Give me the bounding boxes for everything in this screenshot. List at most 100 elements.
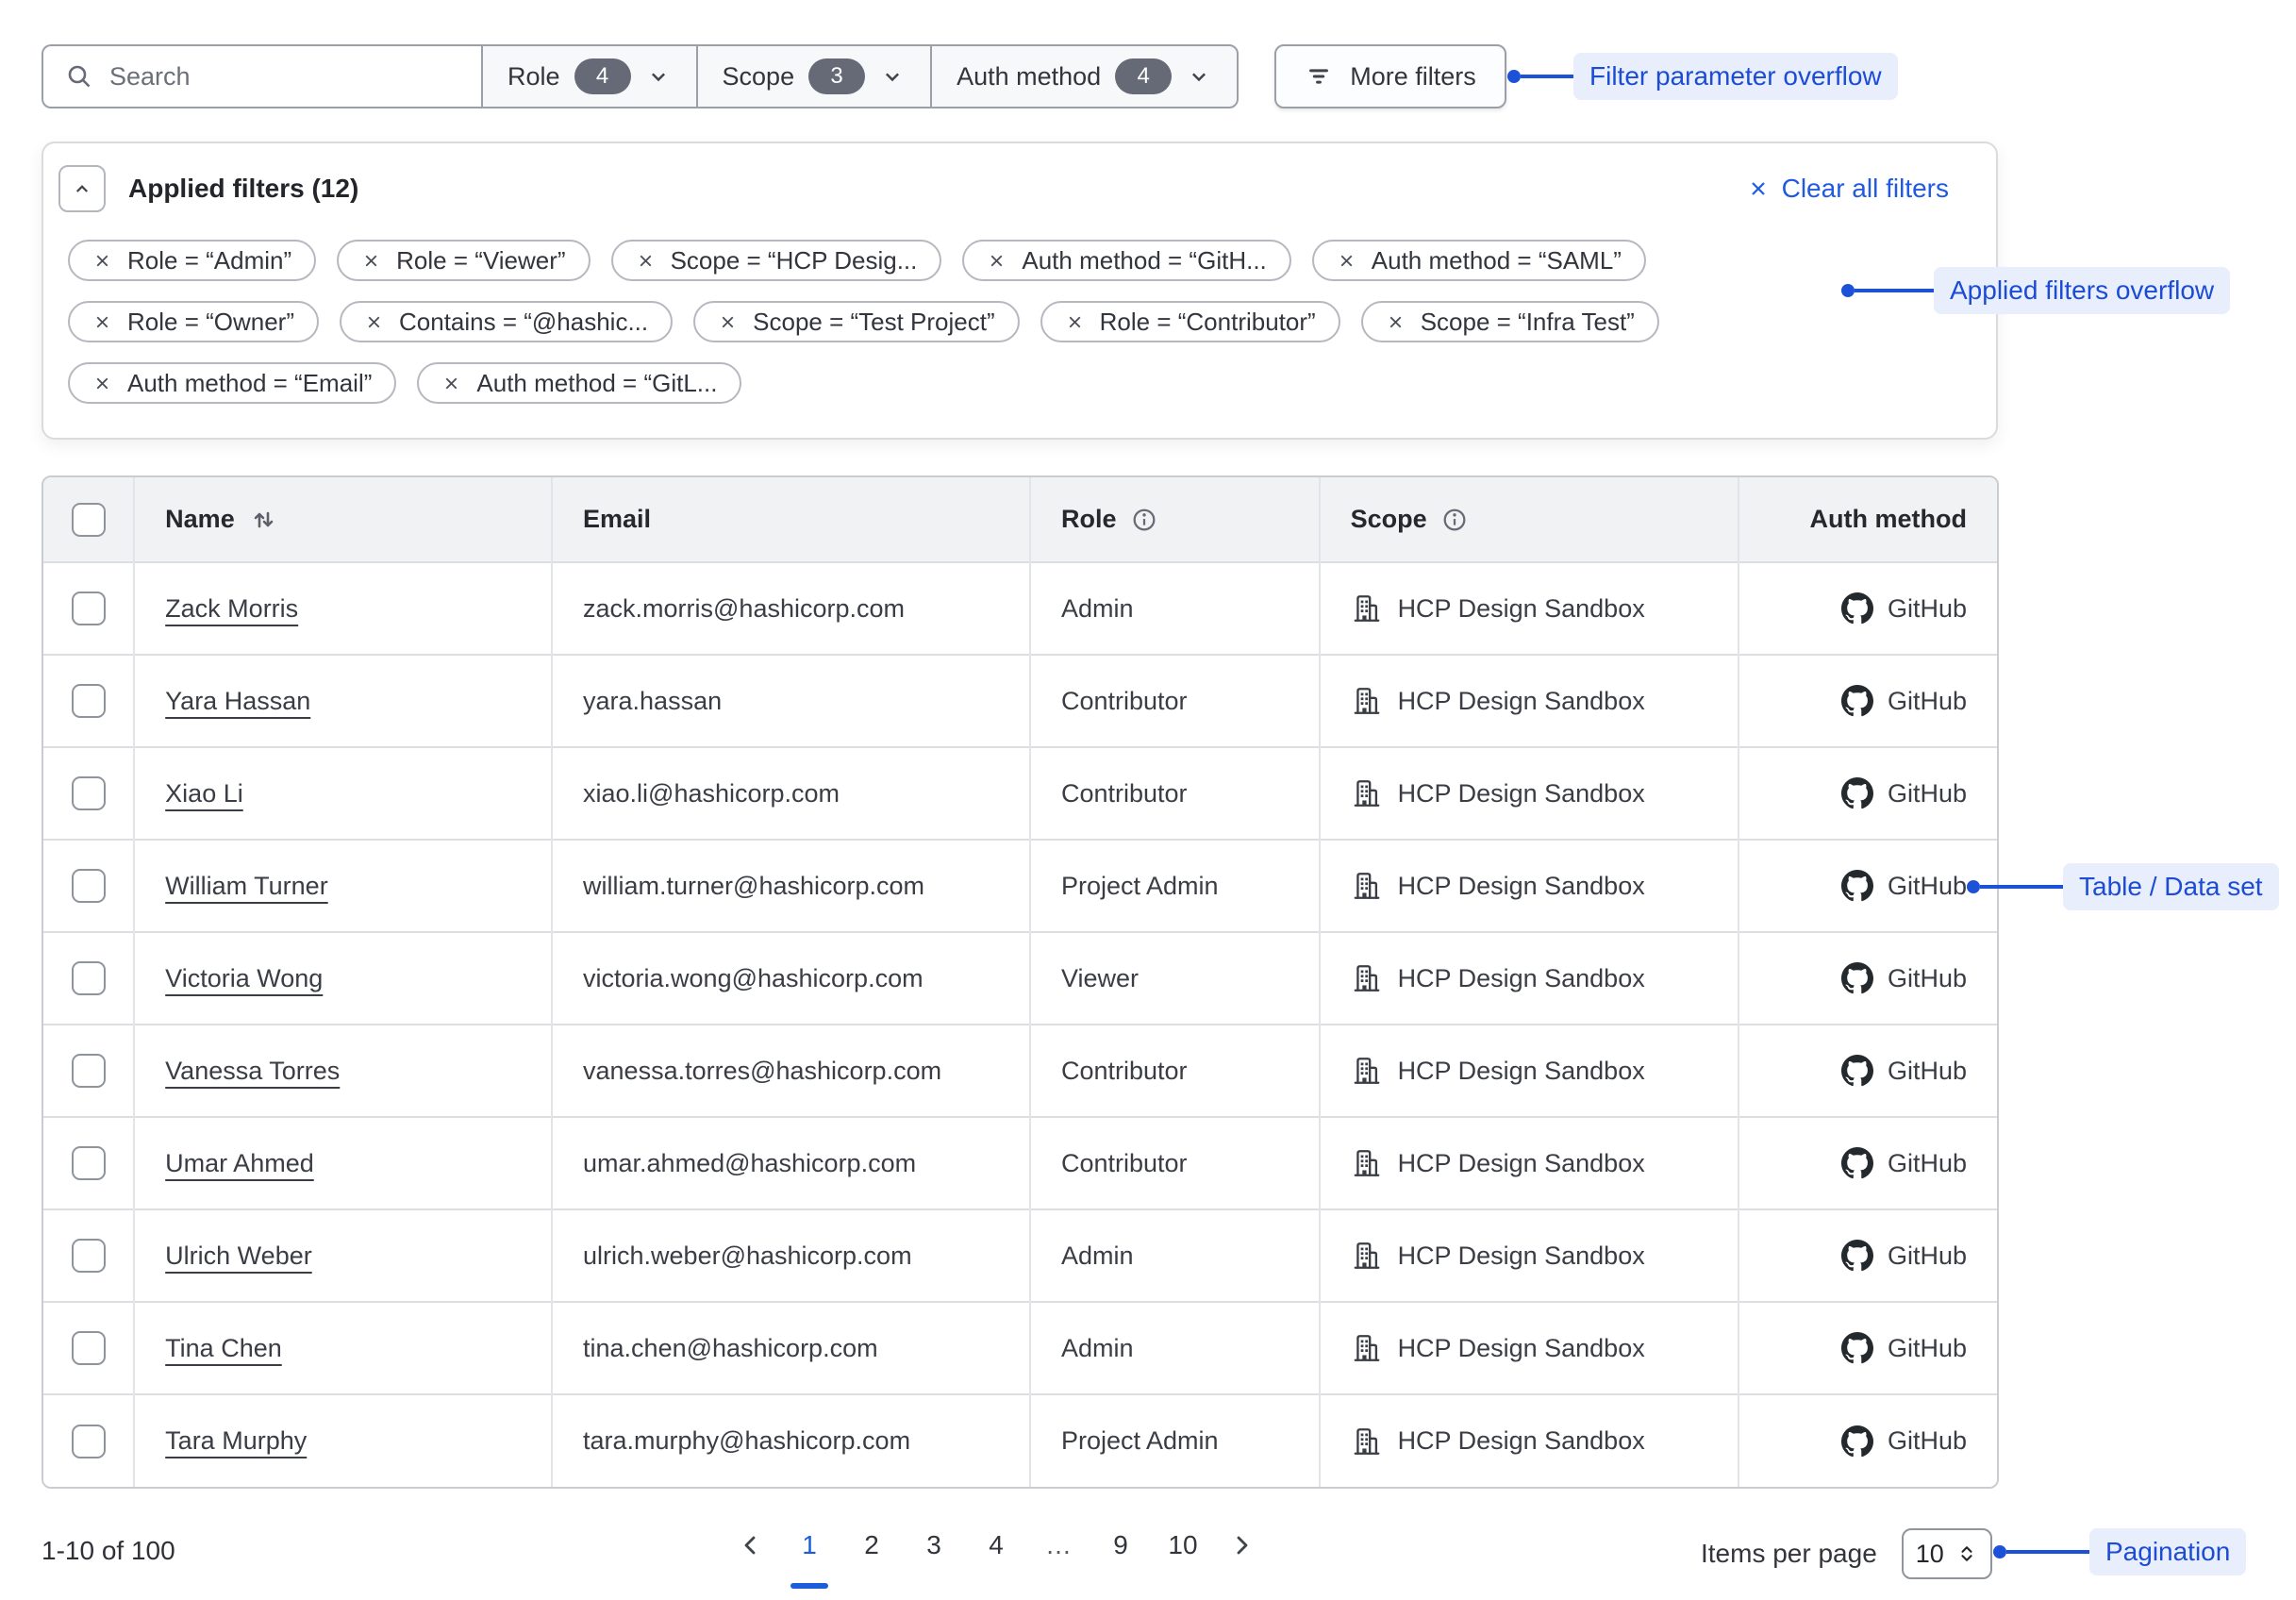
select-all-checkbox[interactable] bbox=[72, 503, 106, 537]
page-number-button[interactable]: 1 bbox=[790, 1526, 828, 1589]
github-icon bbox=[1841, 1147, 1873, 1179]
page-number-label: 9 bbox=[1113, 1526, 1128, 1564]
user-name-link[interactable]: Ulrich Weber bbox=[165, 1242, 312, 1270]
github-icon bbox=[1841, 870, 1873, 902]
page-number-button[interactable]: 4 bbox=[977, 1526, 1015, 1589]
info-icon[interactable] bbox=[1440, 506, 1469, 534]
user-name-link[interactable]: Vanessa Torres bbox=[165, 1057, 340, 1085]
github-icon bbox=[1841, 777, 1873, 809]
organization-icon bbox=[1351, 685, 1383, 717]
current-page-indicator bbox=[977, 1583, 1015, 1589]
column-header-role: Role bbox=[1061, 505, 1117, 534]
user-scope: HCP Design Sandbox bbox=[1398, 1334, 1645, 1363]
row-checkbox[interactable] bbox=[72, 592, 106, 625]
user-name-link[interactable]: Tara Murphy bbox=[165, 1426, 307, 1455]
row-checkbox[interactable] bbox=[72, 684, 106, 718]
table-row: Xiao Li xiao.li@hashicorp.com Contributo… bbox=[43, 747, 1997, 840]
column-header-scope: Scope bbox=[1351, 505, 1427, 534]
more-filters-button[interactable]: More filters bbox=[1274, 44, 1506, 108]
user-scope: HCP Design Sandbox bbox=[1398, 872, 1645, 901]
page-number-button[interactable]: 10 bbox=[1164, 1526, 1202, 1589]
github-icon bbox=[1841, 1332, 1873, 1364]
current-page-indicator bbox=[1040, 1583, 1077, 1589]
close-icon bbox=[718, 312, 738, 332]
user-role: Contributor bbox=[1061, 779, 1188, 808]
applied-filter-chip[interactable]: Role = “Owner” bbox=[68, 301, 319, 342]
clear-all-filters-link[interactable]: Clear all filters bbox=[1747, 174, 1949, 204]
applied-filter-chip[interactable]: Auth method = “SAML” bbox=[1312, 240, 1646, 281]
organization-icon bbox=[1351, 1240, 1383, 1272]
user-email: victoria.wong@hashicorp.com bbox=[583, 964, 923, 992]
page-number-button[interactable]: 2 bbox=[853, 1526, 890, 1589]
filter-bar: Search Role 4 Scope 3 Auth method 4 bbox=[42, 44, 1506, 108]
user-name-link[interactable]: Umar Ahmed bbox=[165, 1149, 314, 1177]
user-name-link[interactable]: Zack Morris bbox=[165, 594, 298, 623]
row-checkbox[interactable] bbox=[72, 1054, 106, 1088]
organization-icon bbox=[1351, 962, 1383, 994]
page-number-button[interactable]: 9 bbox=[1102, 1526, 1140, 1589]
current-page-indicator bbox=[790, 1583, 828, 1589]
user-name-link[interactable]: Yara Hassan bbox=[165, 687, 310, 715]
user-email: zack.morris@hashicorp.com bbox=[583, 594, 905, 623]
filter-dropdown-group: Role 4 Scope 3 Auth method 4 bbox=[481, 44, 1239, 108]
search-icon bbox=[64, 61, 94, 92]
row-checkbox[interactable] bbox=[72, 1146, 106, 1180]
applied-filter-chip[interactable]: Scope = “Test Project” bbox=[693, 301, 1020, 342]
annotation-label: Pagination bbox=[2089, 1528, 2246, 1575]
applied-filter-chip[interactable]: Scope = “Infra Test” bbox=[1361, 301, 1659, 342]
applied-filter-chip[interactable]: Role = “Admin” bbox=[68, 240, 316, 281]
annotation-label: Applied filters overflow bbox=[1934, 267, 2230, 314]
table-row: Vanessa Torres vanessa.torres@hashicorp.… bbox=[43, 1025, 1997, 1117]
previous-page-button[interactable] bbox=[736, 1530, 766, 1560]
applied-filter-chip[interactable]: Role = “Viewer” bbox=[337, 240, 590, 281]
collapse-button[interactable] bbox=[58, 165, 106, 212]
github-icon bbox=[1841, 1425, 1873, 1458]
filter-dropdown-auth-method[interactable]: Auth method 4 bbox=[930, 46, 1237, 107]
applied-filter-chip[interactable]: Role = “Contributor” bbox=[1040, 301, 1340, 342]
info-icon[interactable] bbox=[1130, 506, 1158, 534]
user-email: tina.chen@hashicorp.com bbox=[583, 1334, 878, 1362]
applied-filter-chip[interactable]: Auth method = “GitH... bbox=[962, 240, 1290, 281]
page-number-button[interactable]: 3 bbox=[915, 1526, 953, 1589]
user-scope: HCP Design Sandbox bbox=[1398, 594, 1645, 624]
page-number-label: 4 bbox=[989, 1526, 1004, 1564]
user-email: umar.ahmed@hashicorp.com bbox=[583, 1149, 916, 1177]
filter-dropdown-role[interactable]: Role 4 bbox=[483, 46, 696, 107]
user-email: yara.hassan bbox=[583, 687, 722, 715]
organization-icon bbox=[1351, 1425, 1383, 1458]
row-checkbox[interactable] bbox=[72, 776, 106, 810]
user-name-link[interactable]: William Turner bbox=[165, 872, 328, 900]
applied-filter-chip[interactable]: Auth method = “GitL... bbox=[417, 362, 741, 404]
user-role: Project Admin bbox=[1061, 1426, 1219, 1455]
more-filters-label: More filters bbox=[1350, 62, 1476, 92]
applied-filter-chip[interactable]: Auth method = “Email” bbox=[68, 362, 396, 404]
github-icon bbox=[1841, 685, 1873, 717]
sort-icon[interactable] bbox=[248, 505, 278, 535]
user-name-link[interactable]: Xiao Li bbox=[165, 779, 243, 808]
user-scope: HCP Design Sandbox bbox=[1398, 1057, 1645, 1086]
user-email: ulrich.weber@hashicorp.com bbox=[583, 1242, 912, 1270]
annotation-pagination: Pagination bbox=[1993, 1528, 2246, 1575]
applied-filter-chip[interactable]: Contains = “@hashic... bbox=[340, 301, 673, 342]
row-checkbox[interactable] bbox=[72, 1239, 106, 1273]
table-row: Tina Chen tina.chen@hashicorp.com Admin bbox=[43, 1302, 1997, 1394]
user-name-link[interactable]: Victoria Wong bbox=[165, 964, 323, 992]
row-checkbox[interactable] bbox=[72, 869, 106, 903]
user-name-link[interactable]: Tina Chen bbox=[165, 1334, 282, 1362]
user-role: Contributor bbox=[1061, 1057, 1188, 1085]
search-input[interactable]: Search bbox=[42, 44, 481, 108]
close-icon bbox=[92, 312, 112, 332]
user-scope: HCP Design Sandbox bbox=[1398, 687, 1645, 716]
row-checkbox[interactable] bbox=[72, 1331, 106, 1365]
annotation-line bbox=[1855, 289, 1934, 292]
next-page-button[interactable] bbox=[1226, 1530, 1256, 1560]
applied-filter-chip[interactable]: Scope = “HCP Desig... bbox=[611, 240, 942, 281]
row-checkbox[interactable] bbox=[72, 961, 106, 995]
chip-label: Role = “Owner” bbox=[127, 308, 294, 337]
filter-dropdown-scope[interactable]: Scope 3 bbox=[696, 46, 931, 107]
items-per-page-select[interactable]: 10 bbox=[1902, 1528, 1992, 1579]
current-page-indicator bbox=[915, 1583, 953, 1589]
user-email: tara.murphy@hashicorp.com bbox=[583, 1426, 910, 1455]
row-checkbox[interactable] bbox=[72, 1425, 106, 1458]
user-email: william.turner@hashicorp.com bbox=[583, 872, 924, 900]
